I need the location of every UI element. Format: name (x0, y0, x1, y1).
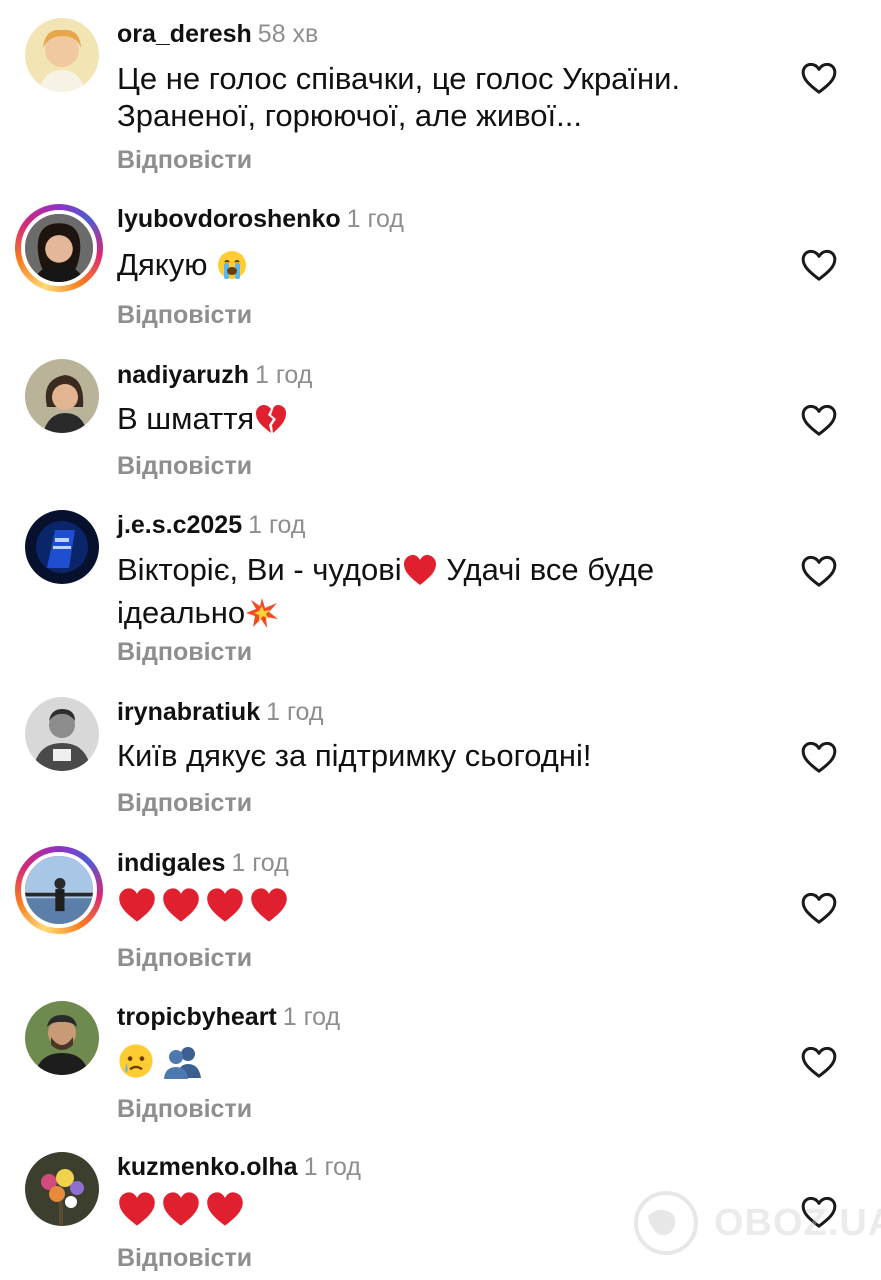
avatar[interactable] (15, 846, 103, 934)
comment-text: Київ дякує за підтримку сьогодні! (117, 737, 757, 774)
comment-text-line: Це не голос співачки, це голос України. (117, 61, 681, 96)
heart-outline-icon (801, 249, 837, 281)
username[interactable]: indigales (117, 849, 225, 877)
username[interactable]: irynabratiuk (117, 698, 260, 726)
watermark-text: OBOZ.UA (714, 1202, 881, 1244)
avatar[interactable] (25, 510, 99, 584)
like-button[interactable] (799, 737, 839, 777)
avatar[interactable] (25, 697, 99, 771)
reply-button[interactable]: Відповісти (117, 1243, 252, 1273)
reply-button[interactable]: Відповісти (117, 145, 252, 175)
username[interactable]: kuzmenko.olha (117, 1153, 298, 1181)
reply-button[interactable]: Відповісти (117, 1094, 252, 1124)
comment-text-content: ідеально (117, 595, 246, 630)
comment-text: В шмаття (117, 400, 757, 443)
globe-logo-icon (634, 1191, 698, 1255)
avatar[interactable] (25, 18, 99, 92)
heart-outline-icon (801, 555, 837, 587)
comment-text (117, 1042, 757, 1088)
avatar-photo-icon (25, 18, 99, 92)
comment-text: Вікторіє, Ви - чудові Удачі все буде іде… (117, 551, 757, 637)
comment-time: 1 год (231, 849, 289, 877)
reply-button[interactable]: Відповісти (117, 788, 252, 818)
like-button[interactable] (799, 551, 839, 591)
heart-outline-icon (801, 62, 837, 94)
comment-text-content: Вікторіє, Ви - чудові (117, 552, 402, 587)
red-heart-icon (249, 887, 289, 931)
avatar[interactable] (25, 1152, 99, 1226)
comment-text-content: Дякую (117, 247, 208, 282)
avatar[interactable] (25, 1001, 99, 1075)
red-heart-icon (161, 887, 201, 931)
avatar-photo-icon (25, 856, 93, 924)
comment-time: 1 год (346, 205, 405, 233)
username[interactable]: nadiyaruzh (117, 361, 249, 389)
heart-outline-icon (801, 404, 837, 436)
avatar-photo-icon (25, 359, 99, 433)
heart-outline-icon (801, 1046, 837, 1078)
red-heart-icon (161, 1191, 201, 1235)
username[interactable]: ora_deresh (117, 20, 252, 48)
red-heart-icon (205, 887, 245, 931)
heart-outline-icon (801, 892, 837, 924)
watermark: OBOZ.UA (628, 1188, 881, 1258)
avatar-photo-icon (25, 1152, 99, 1226)
comment-text: Дякую (117, 246, 757, 289)
username[interactable]: lyubovdoroshenko (117, 205, 341, 233)
crying-face-icon (117, 1042, 155, 1088)
comment-time: 1 год (254, 361, 313, 389)
busts-in-silhouette-icon (161, 1044, 203, 1088)
collision-icon (245, 597, 279, 637)
comment-time: 1 год (303, 1153, 361, 1181)
avatar[interactable] (25, 359, 99, 433)
comment-text-content: Удачі все буде (437, 552, 655, 587)
reply-button[interactable]: Відповісти (117, 637, 252, 667)
avatar-photo-icon (25, 510, 99, 584)
avatar-photo-icon (25, 1001, 99, 1075)
avatar-photo-icon (25, 697, 99, 771)
reply-button[interactable]: Відповісти (117, 451, 252, 481)
red-heart-icon (205, 1191, 245, 1235)
comment-time: 1 год (248, 511, 306, 539)
reply-button[interactable]: Відповісти (117, 943, 252, 973)
comment-text (117, 887, 757, 931)
comment-text: Це не голос співачки, це голос України. … (117, 60, 757, 134)
comment-text-content: В шмаття (117, 401, 255, 436)
comment-time: 1 год (282, 1003, 341, 1031)
comment-text-line: Зраненої, горюючої, але живої... (117, 98, 582, 133)
broken-heart-icon (254, 403, 288, 443)
like-button[interactable] (799, 58, 839, 98)
like-button[interactable] (799, 400, 839, 440)
username[interactable]: j.e.s.c2025 (117, 511, 242, 539)
avatar[interactable] (15, 204, 103, 292)
avatar-photo-icon (25, 214, 93, 282)
red-heart-icon (402, 554, 438, 594)
reply-button[interactable]: Відповісти (117, 300, 252, 330)
heart-outline-icon (801, 741, 837, 773)
like-button[interactable] (799, 888, 839, 928)
loudly-crying-face-icon (216, 249, 248, 289)
comment-time: 1 год (266, 698, 324, 726)
like-button[interactable] (799, 1042, 839, 1082)
comment-time: 58 хв (257, 20, 319, 48)
red-heart-icon (117, 1191, 157, 1235)
comment-text-content: Київ дякує за підтримку сьогодні! (117, 738, 592, 773)
red-heart-icon (117, 887, 157, 931)
like-button[interactable] (799, 245, 839, 285)
username[interactable]: tropicbyheart (117, 1003, 277, 1031)
